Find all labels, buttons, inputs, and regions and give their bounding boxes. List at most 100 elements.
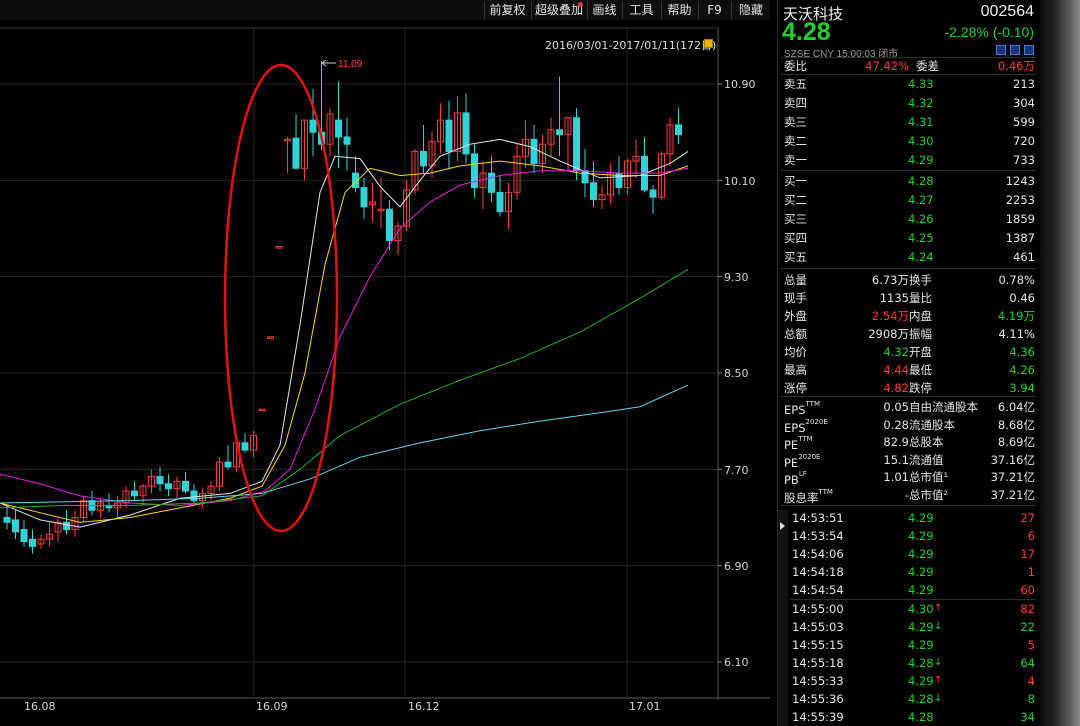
ask-volume: 720 [1013,134,1035,148]
bid-row[interactable]: 买五 4.24 461 [778,248,1041,266]
divider [781,268,1036,269]
candle-body [590,182,597,201]
stock-code: 002564 [980,3,1034,20]
bid-row[interactable]: 买四 4.25 1387 [778,229,1041,247]
kline-chart-area[interactable]: 前复权 超级叠加 画线 工具 帮助 F9 隐藏 2016/03/01-2017/… [0,0,770,726]
tick-time: 14:55:36 [792,692,844,706]
stat-label: 外盘 [784,309,807,323]
candle-body [267,336,274,339]
bid-price: 4.27 [908,193,934,207]
toolbar-button-help[interactable]: 帮助 [661,1,697,19]
ask-row[interactable]: 卖四 4.32 304 [778,94,1041,112]
tick-volume: 27 [1020,511,1035,525]
edit-icon[interactable] [996,45,1006,55]
candle-body [3,517,11,523]
range-settings-icon[interactable] [704,39,713,48]
bid-volume: 1387 [1005,231,1035,245]
order-ratio-row: 委比 47.42% 委差 0.46万 [778,57,1041,75]
alert-icon[interactable] [1010,45,1020,55]
tick-row: 14:55:00 4.30 ↑ 82 [778,600,1041,618]
toolbar-button-draw[interactable]: 画线 [587,1,621,19]
bid-row[interactable]: 买三 4.26 1859 [778,210,1041,228]
toolbar-button-hide[interactable]: 隐藏 [731,1,770,19]
tick-volume: 5 [1027,638,1035,652]
kline-plot[interactable] [0,0,770,726]
bid-volume: 2253 [1005,193,1035,207]
candle-body [530,138,538,164]
candle-body [649,189,657,198]
tick-price: 4.29 [908,529,934,543]
x-tick-label: 16.09 [256,700,288,713]
stat-label: 振幅 [909,327,932,341]
candle-body [445,119,453,152]
ask-price: 4.32 [908,96,934,110]
ask-label: 卖四 [784,96,807,110]
weicha-value: 0.46万 [997,59,1035,73]
tick-row: 14:55:33 4.29 ↑ 4 [778,672,1041,690]
add-icon[interactable] [1024,45,1034,55]
stat-label: 总量 [784,273,807,287]
candle-body [386,208,393,242]
tick-price: 4.29 [908,583,934,597]
tick-time: 14:55:15 [792,638,844,652]
stat-value: 1135 [879,291,909,305]
tick-volume: 82 [1020,602,1035,616]
stat-label: 最高 [784,363,807,377]
tick-row: 14:55:36 4.28 ↓ 8 [778,690,1041,708]
last-price: 4.28 [782,18,831,46]
candle-body [335,119,342,138]
fundamental-row: 股息率TTM - 总市值² 37.21亿 [778,486,1041,505]
candle-body [496,191,504,213]
ask-row[interactable]: 卖三 4.31 599 [778,113,1041,131]
date-range-label: 2016/03/01-2017/01/11(172日) [545,39,717,52]
y-tick-label: 9.30 [724,271,749,284]
tick-row: 14:53:51 4.29 27 [778,509,1041,527]
candle-body [165,483,172,490]
ask-row[interactable]: 卖二 4.30 720 [778,132,1041,150]
stat-value: 4.32 [883,345,909,359]
chart-toolbar: 前复权 超级叠加 画线 工具 帮助 F9 隐藏 [0,0,770,20]
fundamental-row: EPS2020E 0.28 流通股本 8.68亿 [778,416,1041,435]
bid-label: 买二 [784,193,807,207]
stat-label: 最低 [909,363,932,377]
tick-row: 14:54:54 4.29 60 [778,581,1041,599]
candle-body [573,117,580,172]
bid-row[interactable]: 买一 4.28 1243 [778,172,1041,190]
stat-row: 总额 2908万 振幅 4.11% [778,325,1041,343]
candle-body [156,476,164,485]
stat-value: 2.54万 [871,309,909,323]
bid-price: 4.26 [908,212,934,226]
ask-price: 4.31 [908,115,934,129]
fundamental-label: 总市值² [909,487,949,502]
bid-volume: 461 [1013,250,1035,264]
bid-row[interactable]: 买二 4.27 2253 [778,191,1041,209]
notification-dot-icon [578,2,583,7]
toolbar-button-adjust[interactable]: 前复权 [484,1,530,19]
ask-label: 卖三 [784,115,807,129]
fundamental-suffix: TTM [805,400,820,408]
tick-row: 14:55:18 4.28 ↓ 64 [778,654,1041,672]
tick-price: 4.28 [908,710,934,724]
toolbar-button-tools[interactable]: 工具 [622,1,660,19]
stat-row: 涨停 4.82 跌停 3.94 [778,379,1041,397]
candle-body [292,137,300,169]
tick-price: 4.29 [908,638,934,652]
stat-label: 开盘 [909,345,932,359]
fundamental-label: 总股本 [909,435,944,449]
fundamental-value: 37.21亿 [990,470,1035,484]
ask-row[interactable]: 卖五 4.33 213 [778,75,1041,93]
toolbar-button-f9[interactable]: F9 [698,1,730,19]
ask-price: 4.29 [908,153,934,167]
stat-row: 最高 4.44 最低 4.26 [778,361,1041,379]
tick-volume: 8 [1027,692,1035,706]
ask-row[interactable]: 卖一 4.29 733 [778,151,1041,169]
candle-body [29,538,36,547]
stat-label: 总额 [784,327,807,341]
tick-row: 14:54:06 4.29 17 [778,545,1041,563]
candle-body [420,150,427,167]
stat-row: 均价 4.32 开盘 4.36 [778,343,1041,361]
tick-direction-icon: ↑ [934,675,943,686]
fundamental-label: 自由流通股本 [909,400,978,414]
price-change: -2.28% (-0.10) [944,24,1034,40]
fundamental-value: 6.04亿 [997,400,1035,414]
